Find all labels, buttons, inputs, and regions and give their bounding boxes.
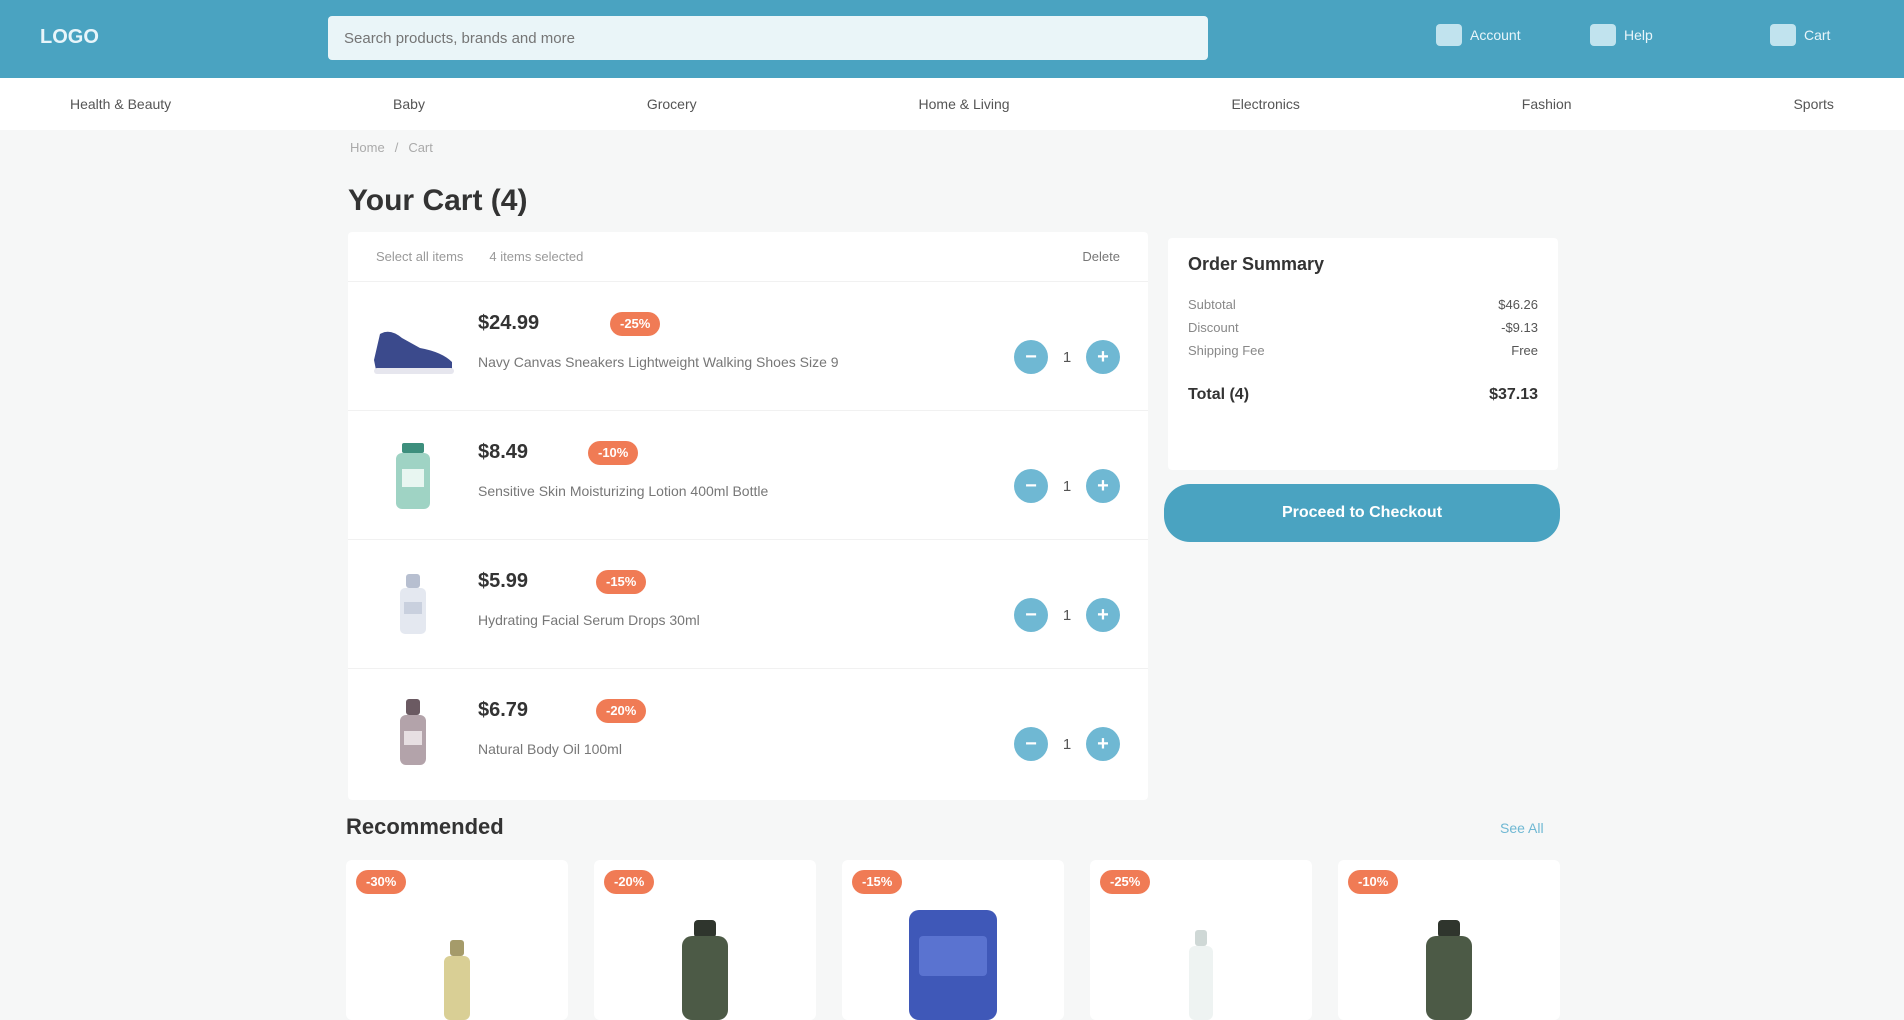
item-name[interactable]: Natural Body Oil 100ml — [478, 741, 622, 757]
bottle-image — [1189, 930, 1213, 1020]
cart-header: Select all items 4 items selected Delete — [348, 232, 1148, 282]
help-label: Help — [1624, 27, 1653, 43]
product-card[interactable]: -15% — [842, 860, 1064, 1020]
category-link[interactable]: Grocery — [647, 96, 697, 112]
increase-button[interactable]: + — [1086, 598, 1120, 632]
lotion-image — [396, 443, 430, 509]
discount-badge: -10% — [1348, 870, 1399, 894]
summary-total: Total (4) $37.13 — [1188, 386, 1538, 404]
discount-badge: -30% — [356, 870, 407, 894]
item-price: $6.79 — [478, 699, 529, 721]
page-title: Your Cart (4) — [348, 184, 528, 217]
search-input[interactable] — [328, 16, 1208, 60]
bottle-image — [444, 940, 470, 1020]
cart-item: $8.49 -10% Sensitive Skin Moisturizing L… — [348, 411, 1148, 540]
cart-list: Select all items 4 items selected Delete… — [348, 232, 1148, 800]
total-value: $37.13 — [1489, 386, 1538, 403]
product-card[interactable]: -25% — [1090, 860, 1312, 1020]
summary-value: Free — [1511, 343, 1538, 358]
cart-icon — [1770, 24, 1796, 46]
increase-button[interactable]: + — [1086, 469, 1120, 503]
summary-label: Discount — [1188, 320, 1239, 335]
logo[interactable]: LOGO — [40, 22, 120, 52]
decrease-button[interactable]: − — [1014, 340, 1048, 374]
serum-image — [400, 574, 426, 634]
quantity-value: 1 — [1062, 477, 1072, 495]
category-link[interactable]: Fashion — [1522, 96, 1572, 112]
quantity-stepper: − 1 + — [1014, 727, 1120, 761]
shoe-image — [374, 331, 454, 374]
increase-button[interactable]: + — [1086, 727, 1120, 761]
summary-box: Order Summary Subtotal $46.26 Discount -… — [1168, 238, 1558, 470]
discount-badge: -15% — [852, 870, 903, 894]
bottle-image — [1426, 920, 1472, 1020]
quantity-stepper: − 1 + — [1014, 598, 1120, 632]
category-link[interactable]: Home & Living — [919, 96, 1010, 112]
decrease-button[interactable]: − — [1014, 469, 1048, 503]
total-label: Total (4) — [1188, 386, 1250, 403]
account-link[interactable]: Account — [1436, 18, 1521, 52]
discount-badge: -20% — [604, 870, 655, 894]
cart-item: $5.99 -15% Hydrating Facial Serum Drops … — [348, 540, 1148, 669]
product-card[interactable]: -30% — [346, 860, 568, 1020]
user-icon — [1436, 24, 1462, 46]
bottle-image — [682, 920, 728, 1020]
checkout-button[interactable]: Proceed to Checkout — [1164, 484, 1560, 542]
cart-label: Cart — [1804, 27, 1831, 43]
cart-item: $24.99 -25% Navy Canvas Sneakers Lightwe… — [348, 282, 1148, 411]
discount-badge: -20% — [596, 699, 647, 723]
quantity-stepper: − 1 + — [1014, 340, 1120, 374]
discount-badge: -25% — [610, 312, 661, 336]
category-link[interactable]: Electronics — [1231, 96, 1299, 112]
discount-badge: -15% — [596, 570, 647, 594]
item-name[interactable]: Navy Canvas Sneakers Lightweight Walking… — [478, 354, 839, 370]
decrease-button[interactable]: − — [1014, 727, 1048, 761]
quantity-value: 1 — [1062, 735, 1072, 753]
recommended-title: Recommended — [346, 814, 504, 839]
help-link[interactable]: Help — [1590, 18, 1653, 52]
quantity-value: 1 — [1062, 606, 1072, 624]
breadcrumb: Home / Cart — [350, 140, 433, 155]
oil-image — [400, 699, 426, 765]
quantity-value: 1 — [1062, 348, 1072, 366]
summary-row: Subtotal $46.26 — [1188, 297, 1538, 312]
summary-title: Order Summary — [1188, 254, 1325, 274]
summary-value: -$9.13 — [1501, 320, 1538, 335]
product-card[interactable]: -20% — [594, 860, 816, 1020]
item-name[interactable]: Sensitive Skin Moisturizing Lotion 400ml… — [478, 483, 768, 499]
increase-button[interactable]: + — [1086, 340, 1120, 374]
item-price: $5.99 — [478, 570, 529, 592]
category-link[interactable]: Health & Beauty — [70, 96, 171, 112]
breadcrumb-current: Cart — [408, 140, 433, 155]
discount-badge: -25% — [1100, 870, 1151, 894]
summary-label: Shipping Fee — [1188, 343, 1265, 358]
item-price: $24.99 — [478, 312, 540, 334]
breadcrumb-home[interactable]: Home — [350, 140, 385, 155]
category-nav: Health & Beauty Baby Grocery Home & Livi… — [0, 78, 1904, 130]
see-all-link[interactable]: See All — [1500, 820, 1544, 836]
item-price: $8.49 — [478, 441, 529, 463]
decrease-button[interactable]: − — [1014, 598, 1048, 632]
product-card[interactable]: -10% — [1338, 860, 1560, 1020]
category-link[interactable]: Sports — [1793, 96, 1833, 112]
top-bar: LOGO Account Help Cart — [0, 0, 1904, 78]
cart-item: $6.79 -20% Natural Body Oil 100ml − 1 + — [348, 669, 1148, 798]
select-all[interactable]: Select all items — [376, 249, 463, 264]
quantity-stepper: − 1 + — [1014, 469, 1120, 503]
box-image — [909, 910, 997, 1020]
recommended-row: -30% -20% -15% -25% -10% — [346, 860, 1566, 1020]
summary-row: Shipping Fee Free — [1188, 343, 1538, 358]
selected-count: 4 items selected — [489, 249, 584, 264]
category-link[interactable]: Baby — [393, 96, 425, 112]
discount-badge: -10% — [588, 441, 639, 465]
item-name[interactable]: Hydrating Facial Serum Drops 30ml — [478, 612, 700, 628]
summary-row: Discount -$9.13 — [1188, 320, 1538, 335]
summary-value: $46.26 — [1498, 297, 1538, 312]
summary-label: Subtotal — [1188, 297, 1236, 312]
delete-button[interactable]: Delete — [1082, 249, 1120, 264]
order-summary: Order Summary Subtotal $46.26 Discount -… — [1164, 238, 1560, 558]
help-icon — [1590, 24, 1616, 46]
cart-link[interactable]: Cart — [1770, 18, 1830, 52]
account-label: Account — [1470, 27, 1521, 43]
